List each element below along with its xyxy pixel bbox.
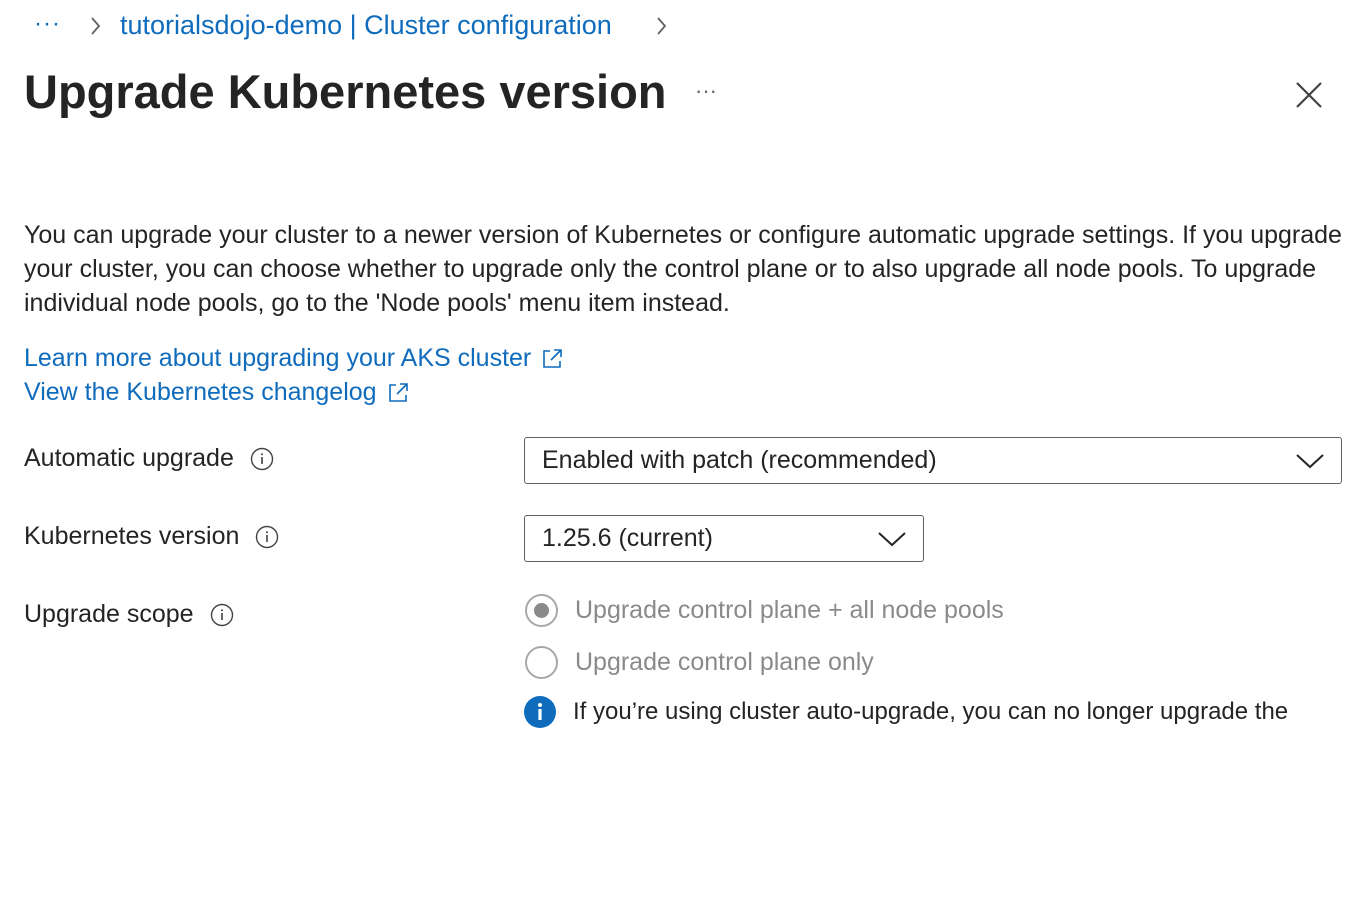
kubernetes-changelog-link-label[interactable]: View the Kubernetes changelog bbox=[24, 378, 377, 407]
kubernetes-version-label-row: Kubernetes version bbox=[24, 522, 279, 551]
info-icon[interactable] bbox=[210, 603, 234, 627]
radio-button[interactable] bbox=[525, 646, 558, 679]
breadcrumb-overflow-button[interactable]: ··· bbox=[34, 10, 61, 38]
chevron-right-icon bbox=[88, 13, 104, 46]
automatic-upgrade-dropdown[interactable]: Enabled with patch (recommended) bbox=[524, 437, 1342, 484]
info-message: If you’re using cluster auto-upgrade, yo… bbox=[524, 694, 1354, 736]
radio-option-control-plane-only[interactable]: Upgrade control plane only bbox=[525, 646, 874, 679]
radio-button-selected[interactable] bbox=[525, 594, 558, 627]
automatic-upgrade-label: Automatic upgrade bbox=[24, 444, 234, 472]
radio-option-label: Upgrade control plane only bbox=[575, 648, 874, 676]
info-message-text: If you’re using cluster auto-upgrade, yo… bbox=[573, 698, 1289, 736]
info-filled-icon bbox=[524, 696, 556, 728]
radio-option-label: Upgrade control plane + all node pools bbox=[575, 596, 1004, 624]
chevron-right-icon bbox=[654, 13, 670, 46]
close-icon bbox=[1296, 82, 1322, 108]
upgrade-scope-label: Upgrade scope bbox=[24, 600, 194, 628]
chevron-down-icon bbox=[1296, 453, 1324, 468]
kubernetes-changelog-link[interactable]: View the Kubernetes changelog bbox=[24, 378, 409, 407]
radio-dot bbox=[534, 603, 549, 618]
external-link-icon bbox=[388, 382, 408, 402]
kubernetes-version-label: Kubernetes version bbox=[24, 522, 240, 550]
breadcrumb-item-cluster-configuration[interactable]: tutorialsdojo-demo | Cluster configurati… bbox=[120, 10, 612, 41]
upgrade-scope-label-row: Upgrade scope bbox=[24, 600, 234, 629]
automatic-upgrade-value: Enabled with patch (recommended) bbox=[542, 446, 937, 474]
page-title: Upgrade Kubernetes version bbox=[24, 65, 667, 118]
description-text: You can upgrade your cluster to a newer … bbox=[24, 221, 1342, 317]
radio-option-control-plane-and-node-pools[interactable]: Upgrade control plane + all node pools bbox=[525, 594, 1004, 627]
kubernetes-version-value: 1.25.6 (current) bbox=[542, 524, 713, 552]
close-button[interactable] bbox=[1290, 76, 1328, 114]
info-icon[interactable] bbox=[250, 447, 274, 471]
kubernetes-version-dropdown[interactable]: 1.25.6 (current) bbox=[524, 515, 924, 562]
learn-more-upgrade-link[interactable]: Learn more about upgrading your AKS clus… bbox=[24, 344, 563, 373]
external-link-icon bbox=[543, 348, 563, 368]
info-icon[interactable] bbox=[255, 525, 279, 549]
chevron-down-icon bbox=[878, 531, 906, 546]
learn-more-upgrade-link-label[interactable]: Learn more about upgrading your AKS clus… bbox=[24, 344, 531, 373]
more-options-button[interactable]: ··· bbox=[695, 78, 717, 104]
automatic-upgrade-label-row: Automatic upgrade bbox=[24, 444, 274, 473]
